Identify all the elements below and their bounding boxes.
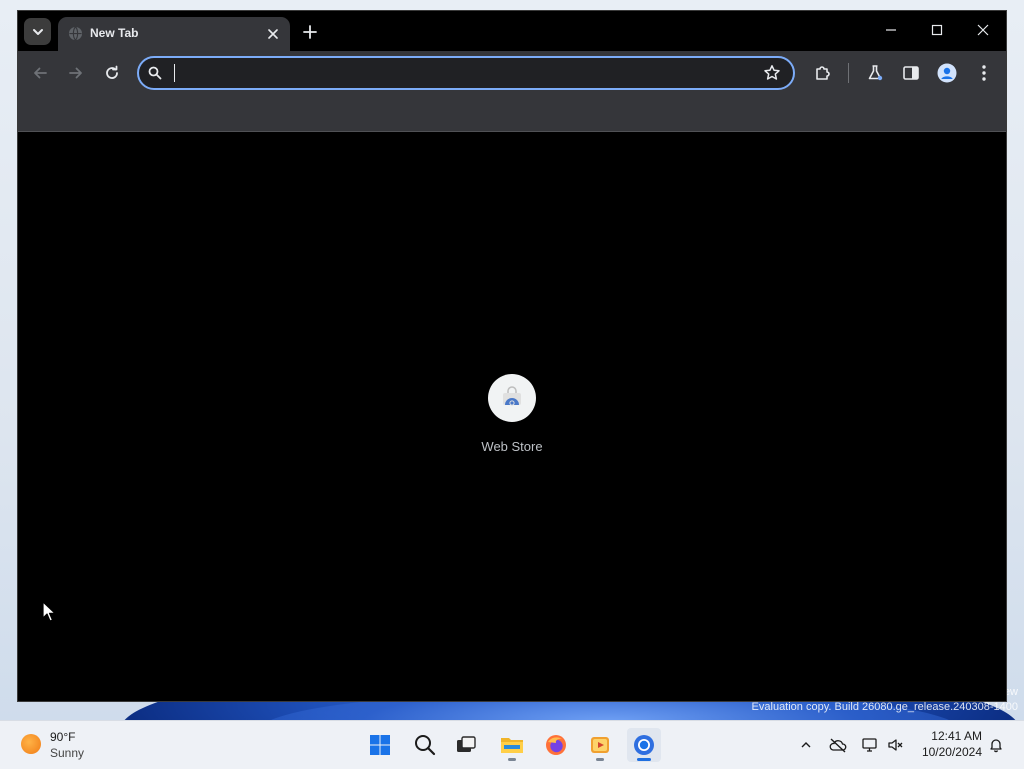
search-button[interactable] bbox=[408, 728, 442, 762]
clock-date: 10/20/2024 bbox=[921, 745, 982, 759]
browser-toolbar bbox=[18, 51, 1006, 95]
star-icon[interactable] bbox=[763, 64, 781, 82]
minimize-icon bbox=[886, 29, 896, 31]
running-indicator bbox=[508, 758, 516, 761]
firefox-icon bbox=[546, 735, 566, 755]
tab-strip: New Tab bbox=[18, 11, 1006, 51]
watermark-line-1: ew bbox=[1003, 686, 1018, 698]
text-caret bbox=[174, 64, 175, 82]
shortcut-web-store[interactable]: Web Store bbox=[466, 372, 558, 462]
back-arrow-icon bbox=[34, 67, 47, 79]
shortcut-tile bbox=[488, 374, 536, 422]
profile-button[interactable] bbox=[936, 62, 958, 84]
firefox-button[interactable] bbox=[539, 728, 573, 762]
browser-window: New Tab Web Store bbox=[18, 11, 1006, 701]
taskbar-clock[interactable]: 12:41 AM 10/20/2024 bbox=[912, 728, 982, 760]
maximize-button[interactable] bbox=[914, 11, 960, 49]
extensions-icon bbox=[816, 66, 830, 80]
active-indicator bbox=[637, 758, 651, 761]
tab-new-tab[interactable]: New Tab bbox=[58, 17, 290, 51]
extensions-button[interactable] bbox=[812, 62, 834, 84]
minimize-button[interactable] bbox=[868, 11, 914, 49]
notifications-button[interactable] bbox=[986, 735, 1006, 755]
bookmarks-bar bbox=[18, 95, 1006, 132]
toolbar-divider bbox=[848, 63, 849, 83]
shortcut-label: Web Store bbox=[481, 439, 543, 454]
reload-button[interactable] bbox=[101, 62, 123, 84]
file-explorer-button[interactable] bbox=[495, 728, 529, 762]
volume-muted-icon bbox=[888, 739, 903, 751]
chevron-up-icon bbox=[801, 742, 811, 748]
web-store-icon bbox=[503, 386, 521, 406]
address-bar[interactable] bbox=[137, 56, 795, 90]
side-panel-icon bbox=[903, 66, 919, 80]
taskbar: 90°F Sunny 12:41 AM 10/20/2024 bbox=[0, 720, 1024, 769]
weather-condition: Sunny bbox=[50, 746, 85, 760]
side-panel-button[interactable] bbox=[900, 62, 922, 84]
bell-icon bbox=[990, 739, 1002, 753]
chrome-icon bbox=[634, 735, 654, 755]
address-input[interactable] bbox=[171, 62, 755, 86]
weather-temperature: 90°F bbox=[50, 730, 76, 744]
running-indicator bbox=[596, 758, 604, 761]
reload-icon bbox=[106, 65, 118, 79]
start-icon bbox=[370, 735, 390, 755]
forward-arrow-icon bbox=[69, 67, 82, 79]
plus-icon bbox=[303, 25, 317, 39]
labs-button[interactable] bbox=[864, 62, 886, 84]
globe-icon bbox=[68, 26, 83, 41]
profile-icon bbox=[937, 63, 957, 83]
forward-button[interactable] bbox=[65, 62, 87, 84]
menu-button[interactable] bbox=[973, 62, 995, 84]
chevron-down-icon bbox=[32, 28, 43, 35]
close-icon bbox=[977, 24, 989, 36]
search-icon bbox=[148, 66, 162, 80]
start-button[interactable] bbox=[363, 728, 397, 762]
tab-title: New Tab bbox=[90, 26, 139, 40]
media-player-button[interactable] bbox=[583, 728, 617, 762]
search-icon bbox=[415, 735, 436, 756]
new-tab-page: Web Store bbox=[18, 132, 1006, 701]
back-button[interactable] bbox=[29, 62, 51, 84]
network-icon bbox=[862, 738, 877, 752]
onedrive-tray-button[interactable] bbox=[828, 735, 848, 755]
volume-tray-button[interactable] bbox=[886, 735, 906, 755]
new-tab-button[interactable] bbox=[299, 21, 321, 43]
sun-icon bbox=[21, 734, 41, 754]
weather-widget[interactable]: 90°F Sunny bbox=[18, 729, 108, 763]
chrome-button[interactable] bbox=[627, 728, 661, 762]
network-tray-button[interactable] bbox=[860, 735, 880, 755]
task-view-icon bbox=[457, 736, 476, 752]
cloud-off-icon bbox=[829, 738, 847, 753]
task-view-button[interactable] bbox=[449, 728, 483, 762]
watermark-line-2: Evaluation copy. Build 26080.ge_release.… bbox=[751, 701, 1018, 713]
close-window-button[interactable] bbox=[960, 11, 1006, 49]
menu-icon bbox=[982, 65, 986, 81]
file-explorer-icon bbox=[501, 738, 523, 753]
tab-close-button[interactable] bbox=[264, 25, 282, 43]
clock-time: 12:41 AM bbox=[931, 729, 982, 743]
close-icon bbox=[268, 29, 278, 39]
mouse-cursor-icon bbox=[42, 601, 56, 622]
media-player-icon bbox=[591, 737, 609, 753]
maximize-icon bbox=[931, 24, 943, 36]
labs-icon bbox=[868, 65, 883, 81]
tab-search-button[interactable] bbox=[24, 18, 51, 45]
show-hidden-icons-button[interactable] bbox=[796, 735, 816, 755]
